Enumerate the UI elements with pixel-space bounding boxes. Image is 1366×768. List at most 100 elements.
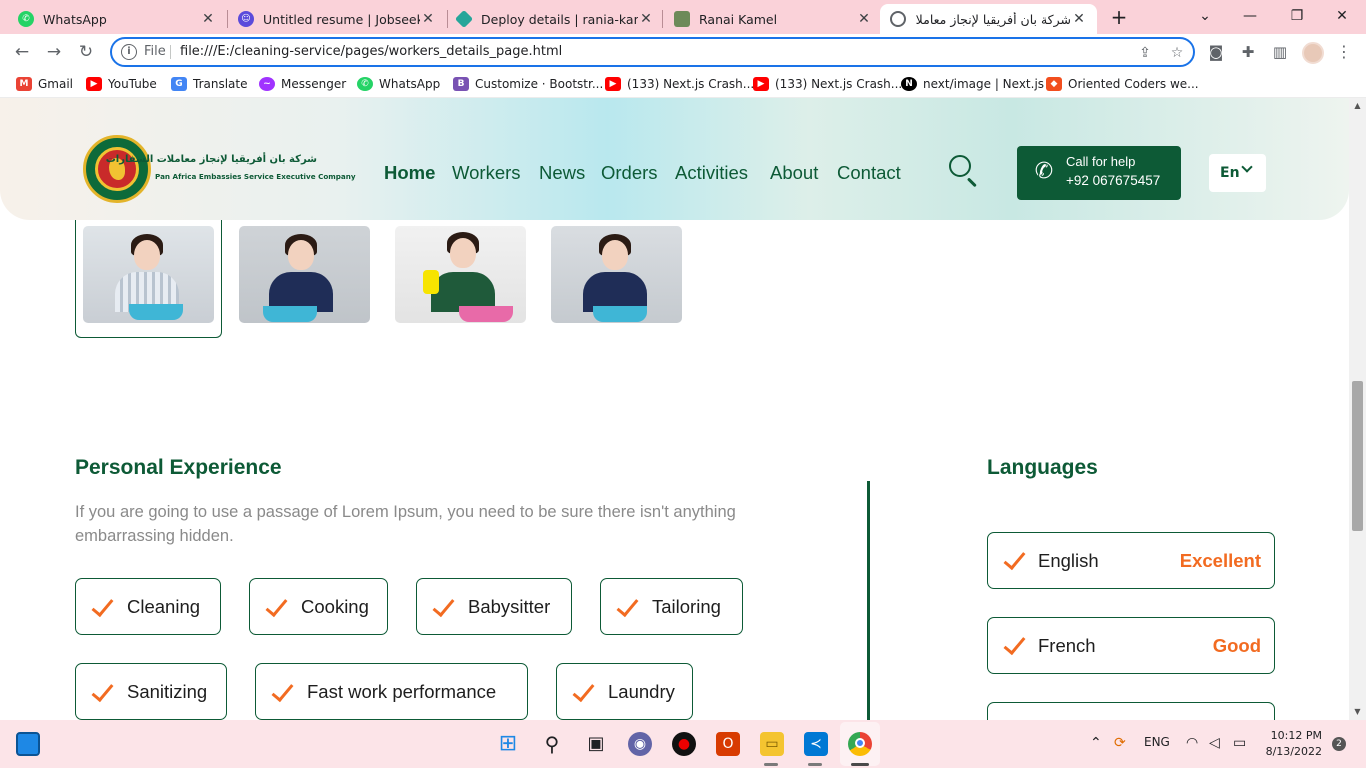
bookmark-gmail[interactable]: M Gmail — [16, 75, 73, 93]
call-for-help-button[interactable]: ✆ Call for help +92 067675457 — [1017, 146, 1181, 200]
close-icon[interactable]: ✕ — [638, 11, 654, 27]
bookmark-label: next/image | Next.js — [923, 77, 1045, 91]
bookmark-whatsapp[interactable]: ✆ WhatsApp — [357, 75, 440, 93]
office-icon[interactable]: O — [716, 732, 740, 756]
bookmark-oriented-coders[interactable]: ◆ Oriented Coders we... — [1046, 75, 1199, 93]
input-language[interactable]: ENG — [1144, 735, 1170, 749]
worker-photo-thumbnail-2[interactable] — [239, 226, 370, 323]
tab-active-site[interactable]: شركة بان أفريقيا لإنجاز معاملات ✕ — [880, 4, 1097, 34]
minimize-icon[interactable]: — — [1238, 5, 1262, 27]
side-panel-icon[interactable]: ▥ — [1270, 42, 1290, 62]
bookmark-label: (133) Next.js Crash... — [775, 77, 903, 91]
checkmark-icon — [570, 680, 594, 704]
page-scrollbar[interactable]: ▲ ▼ — [1349, 98, 1366, 720]
battery-icon[interactable]: ▭ — [1233, 735, 1246, 751]
vscode-icon[interactable]: ≺ — [804, 732, 828, 756]
bookmark-messenger[interactable]: ~ Messenger — [259, 75, 346, 93]
volume-icon[interactable]: ◁ — [1209, 735, 1220, 751]
share-icon[interactable]: ⇪ — [1136, 44, 1154, 62]
notification-count-badge[interactable]: 2 — [1332, 737, 1346, 751]
divider — [170, 45, 171, 59]
bookmark-youtube[interactable]: ▶ YouTube — [86, 75, 157, 93]
file-explorer-icon[interactable]: ▭ — [760, 732, 784, 756]
tab-search-icon[interactable]: ⌄ — [1193, 5, 1217, 27]
close-icon[interactable]: ✕ — [856, 11, 872, 27]
nav-home[interactable]: Home — [384, 162, 435, 184]
bookmark-label: (133) Next.js Crash... — [627, 77, 755, 91]
bookmark-next-image[interactable]: N next/image | Next.js — [901, 75, 1044, 93]
worker-photo-thumbnail-3[interactable] — [395, 226, 526, 323]
scroll-thumb[interactable] — [1352, 381, 1363, 531]
browser-toolbar: ← → ↻ i File file:///E:/cleaning-service… — [0, 34, 1366, 70]
forward-icon[interactable]: → — [42, 40, 66, 64]
bookmark-star-icon[interactable]: ☆ — [1168, 44, 1186, 62]
youtube-icon: ▶ — [605, 77, 621, 91]
nav-contact[interactable]: Contact — [837, 162, 901, 184]
call-number: +92 067675457 — [1066, 173, 1161, 188]
widgets-icon[interactable] — [16, 732, 40, 756]
nav-activities[interactable]: Activities — [675, 162, 748, 184]
languages-title: Languages — [987, 456, 1098, 479]
scroll-down-icon[interactable]: ▼ — [1352, 706, 1363, 717]
bookmark-label: Gmail — [38, 77, 74, 91]
youtube-icon: ▶ — [753, 77, 769, 91]
profile-avatar[interactable] — [1302, 42, 1324, 64]
tab-portfolio[interactable]: Ranai Kamel ✕ — [664, 4, 882, 34]
back-icon[interactable]: ← — [10, 40, 34, 64]
jobseeker-icon: ☺ — [238, 11, 254, 27]
brand-name-arabic: شركة بان أفريقيا لإنجاز معاملات السفارات — [105, 154, 317, 165]
close-icon[interactable]: ✕ — [1071, 11, 1087, 27]
scroll-up-icon[interactable]: ▲ — [1352, 100, 1363, 111]
nav-orders[interactable]: Orders — [601, 162, 658, 184]
bookmark-translate[interactable]: G Translate — [171, 75, 248, 93]
bookmark-label: Messenger — [281, 77, 347, 91]
search-icon[interactable]: ⚲ — [540, 732, 564, 756]
extensions-icon[interactable]: ✚ — [1238, 42, 1258, 62]
checkmark-icon — [614, 595, 638, 619]
restore-icon[interactable]: ❐ — [1285, 5, 1309, 27]
sync-icon[interactable]: ⟳ — [1114, 735, 1126, 751]
bookmark-bootstrap[interactable]: B Customize · Bootstr... — [453, 75, 603, 93]
url-text[interactable]: file:///E:/cleaning-service/pages/worker… — [180, 44, 562, 59]
tab-jobseeker[interactable]: ☺ Untitled resume | Jobseeker ✕ — [228, 4, 446, 34]
new-tab-button[interactable]: + — [1108, 6, 1130, 28]
close-window-icon[interactable]: ✕ — [1330, 5, 1354, 27]
nav-workers[interactable]: Workers — [452, 162, 521, 184]
checkmark-icon — [430, 595, 454, 619]
skill-label: Babysitter — [468, 595, 551, 617]
address-bar[interactable]: i File file:///E:/cleaning-service/pages… — [110, 37, 1195, 67]
bookmark-nextjs-crash-2[interactable]: ▶ (133) Next.js Crash... — [753, 75, 902, 93]
close-icon[interactable]: ✕ — [420, 11, 436, 27]
tab-title: Deploy details | rania-kamel- — [481, 11, 638, 27]
tab-netlify[interactable]: Deploy details | rania-kamel- ✕ — [446, 4, 664, 34]
site-info-icon[interactable]: i — [121, 44, 137, 60]
language-selector[interactable]: En — [1209, 154, 1266, 192]
language-level: Excellent — [1179, 550, 1261, 571]
system-clock[interactable]: 10:12 PM 8/13/2022 — [1264, 728, 1322, 760]
camera-icon[interactable]: ◙ — [1206, 42, 1226, 62]
recorder-icon[interactable]: ● — [672, 732, 696, 756]
worker-photo-thumbnail-1[interactable] — [83, 226, 214, 323]
chevron-up-icon[interactable]: ⌃ — [1090, 735, 1102, 751]
bookmarks-bar: M Gmail ▶ YouTube G Translate ~ Messenge… — [0, 70, 1366, 98]
reload-icon[interactable]: ↻ — [74, 40, 98, 64]
running-indicator — [808, 763, 822, 766]
bookmark-nextjs-crash-1[interactable]: ▶ (133) Next.js Crash... — [605, 75, 754, 93]
company-logo[interactable] — [83, 135, 151, 203]
nav-news[interactable]: News — [539, 162, 585, 184]
worker-photo-thumbnail-4[interactable] — [551, 226, 682, 323]
task-view-icon[interactable]: ▣ — [584, 732, 608, 756]
chrome-icon[interactable] — [848, 732, 872, 756]
start-icon[interactable]: ⊞ — [496, 732, 520, 756]
youtube-icon: ▶ — [86, 77, 102, 91]
search-icon[interactable] — [943, 150, 985, 192]
tab-whatsapp[interactable]: ✆ WhatsApp ✕ — [8, 4, 226, 34]
wifi-icon[interactable]: ◠ — [1186, 735, 1198, 751]
brand-name-english: Pan Africa Embassies Service Executive C… — [155, 172, 356, 181]
menu-icon[interactable]: ⋮ — [1336, 42, 1352, 62]
nav-about[interactable]: About — [770, 162, 818, 184]
teams-chat-icon[interactable]: ◉ — [628, 732, 652, 756]
close-icon[interactable]: ✕ — [200, 11, 216, 27]
windows-taskbar: ⊞ ⚲ ▣ ◉ ● O ▭ ≺ ⌃ ⟳ ENG ◠ ◁ ▭ 10:12 PM 8… — [0, 720, 1366, 768]
language-label: En — [1220, 165, 1240, 181]
